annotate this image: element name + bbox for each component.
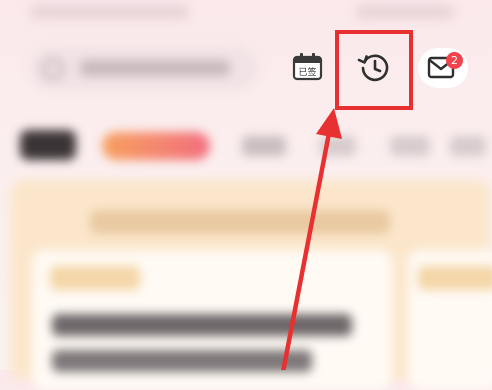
- calendar-button[interactable]: 已签: [291, 52, 325, 82]
- search-placeholder: [80, 60, 230, 76]
- calendar-label: 已签: [298, 66, 316, 78]
- card-subtitle: [52, 350, 312, 372]
- status-bar-left: [30, 4, 190, 20]
- card-title: [52, 314, 352, 336]
- category-tabs: [20, 128, 490, 164]
- content-panel: [10, 180, 492, 390]
- calendar-icon: 已签: [292, 53, 323, 81]
- tab-item[interactable]: [320, 136, 356, 156]
- status-bar-right: [355, 4, 455, 20]
- content-card[interactable]: [32, 250, 392, 390]
- content-card-secondary[interactable]: [408, 250, 492, 390]
- tab-item[interactable]: [390, 136, 430, 156]
- tab-item[interactable]: [242, 136, 286, 156]
- search-icon: [42, 58, 64, 80]
- tab-active[interactable]: [20, 130, 76, 160]
- tab-promo[interactable]: [102, 132, 210, 160]
- mail-badge: 2: [446, 52, 463, 69]
- highlight-box: [335, 30, 413, 110]
- search-bar[interactable]: [30, 46, 258, 90]
- tab-item[interactable]: [450, 136, 486, 156]
- card-tag: [418, 266, 492, 290]
- panel-banner: [90, 210, 390, 234]
- card-tag: [50, 266, 140, 290]
